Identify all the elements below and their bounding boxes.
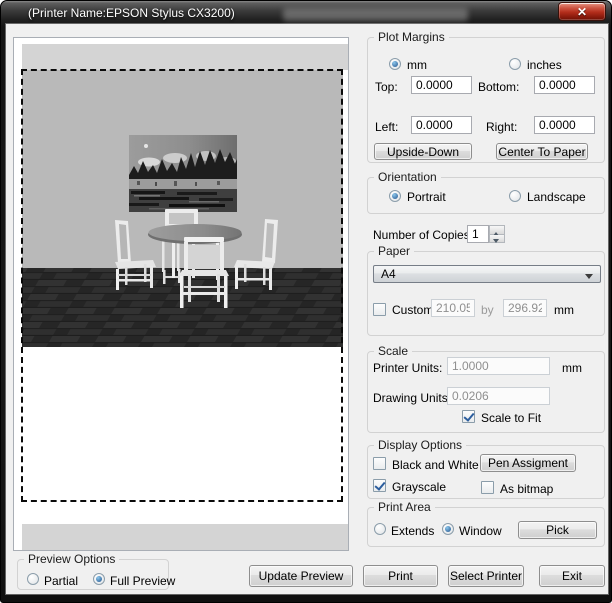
group-print-area: Print Area Extends Window Pick <box>367 507 605 547</box>
group-display-options-title: Display Options <box>374 438 466 452</box>
radio-partial[interactable] <box>27 573 39 585</box>
drawing-units-field[interactable] <box>447 387 550 405</box>
pen-assigment-button[interactable]: Pen Assigment <box>480 454 576 472</box>
group-orientation: Orientation Portrait Landscape <box>367 177 605 214</box>
radio-extends[interactable] <box>374 523 386 535</box>
margin-right-field[interactable] <box>534 116 595 134</box>
pick-button[interactable]: Pick <box>518 521 597 539</box>
scale-to-fit-checkbox[interactable] <box>462 410 475 423</box>
radio-window-label[interactable]: Window <box>459 524 502 538</box>
exit-button[interactable]: Exit <box>539 565 605 587</box>
group-plot-margins-title: Plot Margins <box>374 30 449 44</box>
black-and-white-checkbox[interactable] <box>373 457 386 470</box>
custom-size-label[interactable]: Custom <box>392 303 433 317</box>
group-paper-title: Paper <box>374 244 414 258</box>
group-paper: Paper A4 Custom by mm <box>367 251 605 336</box>
print-button[interactable]: Print <box>363 565 438 587</box>
radio-unit-inches-label[interactable]: inches <box>527 58 562 72</box>
down-arrow-icon <box>493 239 499 246</box>
close-icon: ✕ <box>577 6 587 18</box>
scale-to-fit-label[interactable]: Scale to Fit <box>481 411 541 425</box>
radio-extends-label[interactable]: Extends <box>391 524 434 538</box>
group-scale: Scale Printer Units: mm Drawing Units: S… <box>367 351 605 433</box>
background-window-ghost <box>283 8 468 21</box>
margin-top-field[interactable] <box>411 76 472 94</box>
radio-portrait-label[interactable]: Portrait <box>407 190 446 204</box>
as-bitmap-checkbox[interactable] <box>481 481 494 494</box>
copies-stepper[interactable] <box>489 225 505 243</box>
group-orientation-title: Orientation <box>374 170 441 184</box>
radio-full-preview-label[interactable]: Full Preview <box>110 574 175 588</box>
close-button[interactable]: ✕ <box>558 2 606 21</box>
dialog-content: Plot Margins mm inches Top: Bottom: Left… <box>6 24 608 594</box>
drawing-units-label: Drawing Units: <box>373 391 451 405</box>
group-preview-options: Preview Options Partial Full Preview <box>17 559 169 590</box>
printer-units-field[interactable] <box>447 357 550 375</box>
margin-left-label: Left: <box>375 120 398 134</box>
copies-label: Number of Copies : <box>373 228 476 242</box>
upside-down-button[interactable]: Upside-Down <box>374 143 472 160</box>
radio-unit-mm-label[interactable]: mm <box>407 58 427 72</box>
preview-backdrop-bottom <box>22 524 349 550</box>
printer-units-label: Printer Units: <box>373 361 442 375</box>
group-preview-options-title: Preview Options <box>24 552 119 566</box>
custom-size-checkbox[interactable] <box>373 303 386 316</box>
margin-right-label: Right: <box>486 120 517 134</box>
paper-size-value: A4 <box>381 267 396 281</box>
radio-portrait[interactable] <box>389 190 401 202</box>
print-margin-outline <box>21 69 343 502</box>
radio-full-preview[interactable] <box>93 573 105 585</box>
stepper-down-button[interactable] <box>489 235 505 244</box>
radio-unit-mm[interactable] <box>389 58 401 70</box>
group-plot-margins: Plot Margins mm inches Top: Bottom: Left… <box>367 37 605 163</box>
chevron-down-icon <box>585 274 593 283</box>
custom-width-field[interactable] <box>431 299 475 317</box>
dialog-window: (Printer Name:EPSON Stylus CX3200) ✕ <box>0 0 612 603</box>
group-display-options: Display Options Black and White Pen Assi… <box>367 445 605 499</box>
custom-unit-label: mm <box>554 303 574 317</box>
preview-backdrop-top <box>22 44 349 70</box>
grayscale-label[interactable]: Grayscale <box>392 480 446 494</box>
margin-bottom-field[interactable] <box>534 76 595 94</box>
group-scale-title: Scale <box>374 344 412 358</box>
margin-left-field[interactable] <box>411 116 472 134</box>
group-print-area-title: Print Area <box>374 500 435 514</box>
radio-landscape[interactable] <box>509 190 521 202</box>
window-title: (Printer Name:EPSON Stylus CX3200) <box>28 6 235 20</box>
stepper-up-button[interactable] <box>489 225 505 235</box>
margin-top-label: Top: <box>375 80 398 94</box>
select-printer-button[interactable]: Select Printer <box>448 565 524 587</box>
custom-by-label: by <box>481 303 494 317</box>
grayscale-checkbox[interactable] <box>373 479 386 492</box>
copies-field[interactable] <box>467 225 489 243</box>
radio-unit-inches[interactable] <box>509 58 521 70</box>
radio-landscape-label[interactable]: Landscape <box>527 190 586 204</box>
margin-bottom-label: Bottom: <box>478 80 519 94</box>
paper-size-dropdown[interactable]: A4 <box>373 265 601 283</box>
radio-window[interactable] <box>442 523 454 535</box>
update-preview-button[interactable]: Update Preview <box>249 565 353 587</box>
radio-partial-label[interactable]: Partial <box>44 574 78 588</box>
plot-preview-panel <box>13 37 349 551</box>
black-and-white-label[interactable]: Black and White <box>392 458 479 472</box>
custom-height-field[interactable] <box>503 299 547 317</box>
center-to-paper-button[interactable]: Center To Paper <box>496 143 588 160</box>
as-bitmap-label[interactable]: As bitmap <box>500 482 553 496</box>
printer-units-unit-label: mm <box>562 361 582 375</box>
